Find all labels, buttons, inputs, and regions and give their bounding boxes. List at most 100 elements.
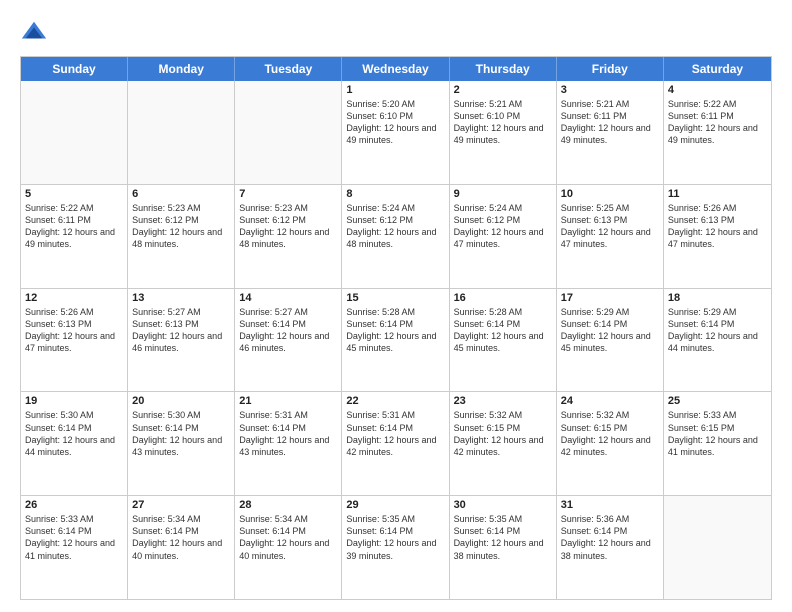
day-info: Sunrise: 5:29 AM Sunset: 6:14 PM Dayligh… [668, 306, 767, 355]
day-cell-5: 5 Sunrise: 5:22 AM Sunset: 6:11 PM Daylig… [21, 185, 128, 288]
day-number: 4 [668, 84, 767, 96]
day-info: Sunrise: 5:32 AM Sunset: 6:15 PM Dayligh… [454, 409, 552, 458]
day-number: 5 [25, 188, 123, 200]
day-info: Sunrise: 5:24 AM Sunset: 6:12 PM Dayligh… [346, 202, 444, 251]
day-info: Sunrise: 5:24 AM Sunset: 6:12 PM Dayligh… [454, 202, 552, 251]
logo-icon [20, 18, 48, 46]
day-cell-23: 23 Sunrise: 5:32 AM Sunset: 6:15 PM Dayli… [450, 392, 557, 495]
calendar-row-1: 1 Sunrise: 5:20 AM Sunset: 6:10 PM Daylig… [21, 81, 771, 185]
day-cell-30: 30 Sunrise: 5:35 AM Sunset: 6:14 PM Dayli… [450, 496, 557, 599]
day-cell-11: 11Sunrise: 5:26 AM Sunset: 6:13 PM Dayli… [664, 185, 771, 288]
day-number: 28 [239, 499, 337, 511]
day-number: 30 [454, 499, 552, 511]
day-cell-6: 6 Sunrise: 5:23 AM Sunset: 6:12 PM Daylig… [128, 185, 235, 288]
calendar-header: SundayMondayTuesdayWednesdayThursdayFrid… [21, 57, 771, 81]
day-number: 6 [132, 188, 230, 200]
day-info: Sunrise: 5:31 AM Sunset: 6:14 PM Dayligh… [346, 409, 444, 458]
day-number: 19 [25, 395, 123, 407]
calendar-row-4: 19 Sunrise: 5:30 AM Sunset: 6:14 PM Dayli… [21, 392, 771, 496]
day-info: Sunrise: 5:20 AM Sunset: 6:10 PM Dayligh… [346, 98, 444, 147]
day-cell-3: 3 Sunrise: 5:21 AM Sunset: 6:11 PM Daylig… [557, 81, 664, 184]
day-info: Sunrise: 5:34 AM Sunset: 6:14 PM Dayligh… [132, 513, 230, 562]
header-day-wednesday: Wednesday [342, 57, 449, 81]
header-day-tuesday: Tuesday [235, 57, 342, 81]
day-info: Sunrise: 5:30 AM Sunset: 6:14 PM Dayligh… [132, 409, 230, 458]
day-info: Sunrise: 5:33 AM Sunset: 6:14 PM Dayligh… [25, 513, 123, 562]
day-cell-18: 18 Sunrise: 5:29 AM Sunset: 6:14 PM Dayli… [664, 289, 771, 392]
day-cell-2: 2 Sunrise: 5:21 AM Sunset: 6:10 PM Daylig… [450, 81, 557, 184]
day-number: 11 [668, 188, 767, 200]
day-number: 14 [239, 292, 337, 304]
day-info: Sunrise: 5:28 AM Sunset: 6:14 PM Dayligh… [346, 306, 444, 355]
day-number: 12 [25, 292, 123, 304]
day-cell-10: 10 Sunrise: 5:25 AM Sunset: 6:13 PM Dayli… [557, 185, 664, 288]
header-day-friday: Friday [557, 57, 664, 81]
day-cell-28: 28 Sunrise: 5:34 AM Sunset: 6:14 PM Dayli… [235, 496, 342, 599]
day-number: 18 [668, 292, 767, 304]
day-info: Sunrise: 5:35 AM Sunset: 6:14 PM Dayligh… [454, 513, 552, 562]
day-info: Sunrise: 5:34 AM Sunset: 6:14 PM Dayligh… [239, 513, 337, 562]
day-info: Sunrise: 5:23 AM Sunset: 6:12 PM Dayligh… [239, 202, 337, 251]
day-info: Sunrise: 5:23 AM Sunset: 6:12 PM Dayligh… [132, 202, 230, 251]
day-cell-1: 1 Sunrise: 5:20 AM Sunset: 6:10 PM Daylig… [342, 81, 449, 184]
empty-cell [235, 81, 342, 184]
day-number: 7 [239, 188, 337, 200]
day-info: Sunrise: 5:31 AM Sunset: 6:14 PM Dayligh… [239, 409, 337, 458]
day-info: Sunrise: 5:25 AM Sunset: 6:13 PM Dayligh… [561, 202, 659, 251]
day-number: 31 [561, 499, 659, 511]
day-info: Sunrise: 5:29 AM Sunset: 6:14 PM Dayligh… [561, 306, 659, 355]
day-info: Sunrise: 5:27 AM Sunset: 6:13 PM Dayligh… [132, 306, 230, 355]
day-info: Sunrise: 5:21 AM Sunset: 6:11 PM Dayligh… [561, 98, 659, 147]
day-number: 10 [561, 188, 659, 200]
day-number: 17 [561, 292, 659, 304]
day-number: 16 [454, 292, 552, 304]
day-info: Sunrise: 5:32 AM Sunset: 6:15 PM Dayligh… [561, 409, 659, 458]
day-info: Sunrise: 5:36 AM Sunset: 6:14 PM Dayligh… [561, 513, 659, 562]
day-cell-16: 16 Sunrise: 5:28 AM Sunset: 6:14 PM Dayli… [450, 289, 557, 392]
day-cell-31: 31 Sunrise: 5:36 AM Sunset: 6:14 PM Dayli… [557, 496, 664, 599]
day-number: 21 [239, 395, 337, 407]
day-number: 23 [454, 395, 552, 407]
day-info: Sunrise: 5:28 AM Sunset: 6:14 PM Dayligh… [454, 306, 552, 355]
day-number: 20 [132, 395, 230, 407]
day-cell-25: 25Sunrise: 5:33 AM Sunset: 6:15 PM Dayli… [664, 392, 771, 495]
day-cell-17: 17 Sunrise: 5:29 AM Sunset: 6:14 PM Dayli… [557, 289, 664, 392]
day-info: Sunrise: 5:35 AM Sunset: 6:14 PM Dayligh… [346, 513, 444, 562]
day-info: Sunrise: 5:22 AM Sunset: 6:11 PM Dayligh… [668, 98, 767, 147]
header-day-saturday: Saturday [664, 57, 771, 81]
day-cell-26: 26 Sunrise: 5:33 AM Sunset: 6:14 PM Dayli… [21, 496, 128, 599]
day-cell-19: 19Sunrise: 5:30 AM Sunset: 6:14 PM Dayli… [21, 392, 128, 495]
calendar-row-3: 12 Sunrise: 5:26 AM Sunset: 6:13 PM Dayli… [21, 289, 771, 393]
day-number: 8 [346, 188, 444, 200]
day-cell-7: 7 Sunrise: 5:23 AM Sunset: 6:12 PM Daylig… [235, 185, 342, 288]
day-cell-13: 13 Sunrise: 5:27 AM Sunset: 6:13 PM Dayli… [128, 289, 235, 392]
empty-cell [21, 81, 128, 184]
day-info: Sunrise: 5:26 AM Sunset: 6:13 PM Dayligh… [25, 306, 123, 355]
day-number: 24 [561, 395, 659, 407]
calendar-row-2: 5 Sunrise: 5:22 AM Sunset: 6:11 PM Daylig… [21, 185, 771, 289]
day-cell-4: 4 Sunrise: 5:22 AM Sunset: 6:11 PM Daylig… [664, 81, 771, 184]
calendar-row-5: 26 Sunrise: 5:33 AM Sunset: 6:14 PM Dayli… [21, 496, 771, 599]
day-number: 2 [454, 84, 552, 96]
day-number: 15 [346, 292, 444, 304]
day-cell-22: 22Sunrise: 5:31 AM Sunset: 6:14 PM Dayli… [342, 392, 449, 495]
day-cell-15: 15 Sunrise: 5:28 AM Sunset: 6:14 PM Dayli… [342, 289, 449, 392]
calendar-body: 1 Sunrise: 5:20 AM Sunset: 6:10 PM Daylig… [21, 81, 771, 599]
day-number: 26 [25, 499, 123, 511]
page-header [20, 18, 772, 46]
day-cell-9: 9 Sunrise: 5:24 AM Sunset: 6:12 PM Daylig… [450, 185, 557, 288]
empty-cell [128, 81, 235, 184]
day-number: 3 [561, 84, 659, 96]
day-cell-8: 8 Sunrise: 5:24 AM Sunset: 6:12 PM Daylig… [342, 185, 449, 288]
day-info: Sunrise: 5:21 AM Sunset: 6:10 PM Dayligh… [454, 98, 552, 147]
day-cell-27: 27 Sunrise: 5:34 AM Sunset: 6:14 PM Dayli… [128, 496, 235, 599]
day-number: 1 [346, 84, 444, 96]
day-cell-14: 14Sunrise: 5:27 AM Sunset: 6:14 PM Dayli… [235, 289, 342, 392]
day-number: 9 [454, 188, 552, 200]
day-cell-21: 21 Sunrise: 5:31 AM Sunset: 6:14 PM Dayli… [235, 392, 342, 495]
day-info: Sunrise: 5:22 AM Sunset: 6:11 PM Dayligh… [25, 202, 123, 251]
day-cell-12: 12 Sunrise: 5:26 AM Sunset: 6:13 PM Dayli… [21, 289, 128, 392]
day-number: 13 [132, 292, 230, 304]
day-number: 27 [132, 499, 230, 511]
day-number: 29 [346, 499, 444, 511]
